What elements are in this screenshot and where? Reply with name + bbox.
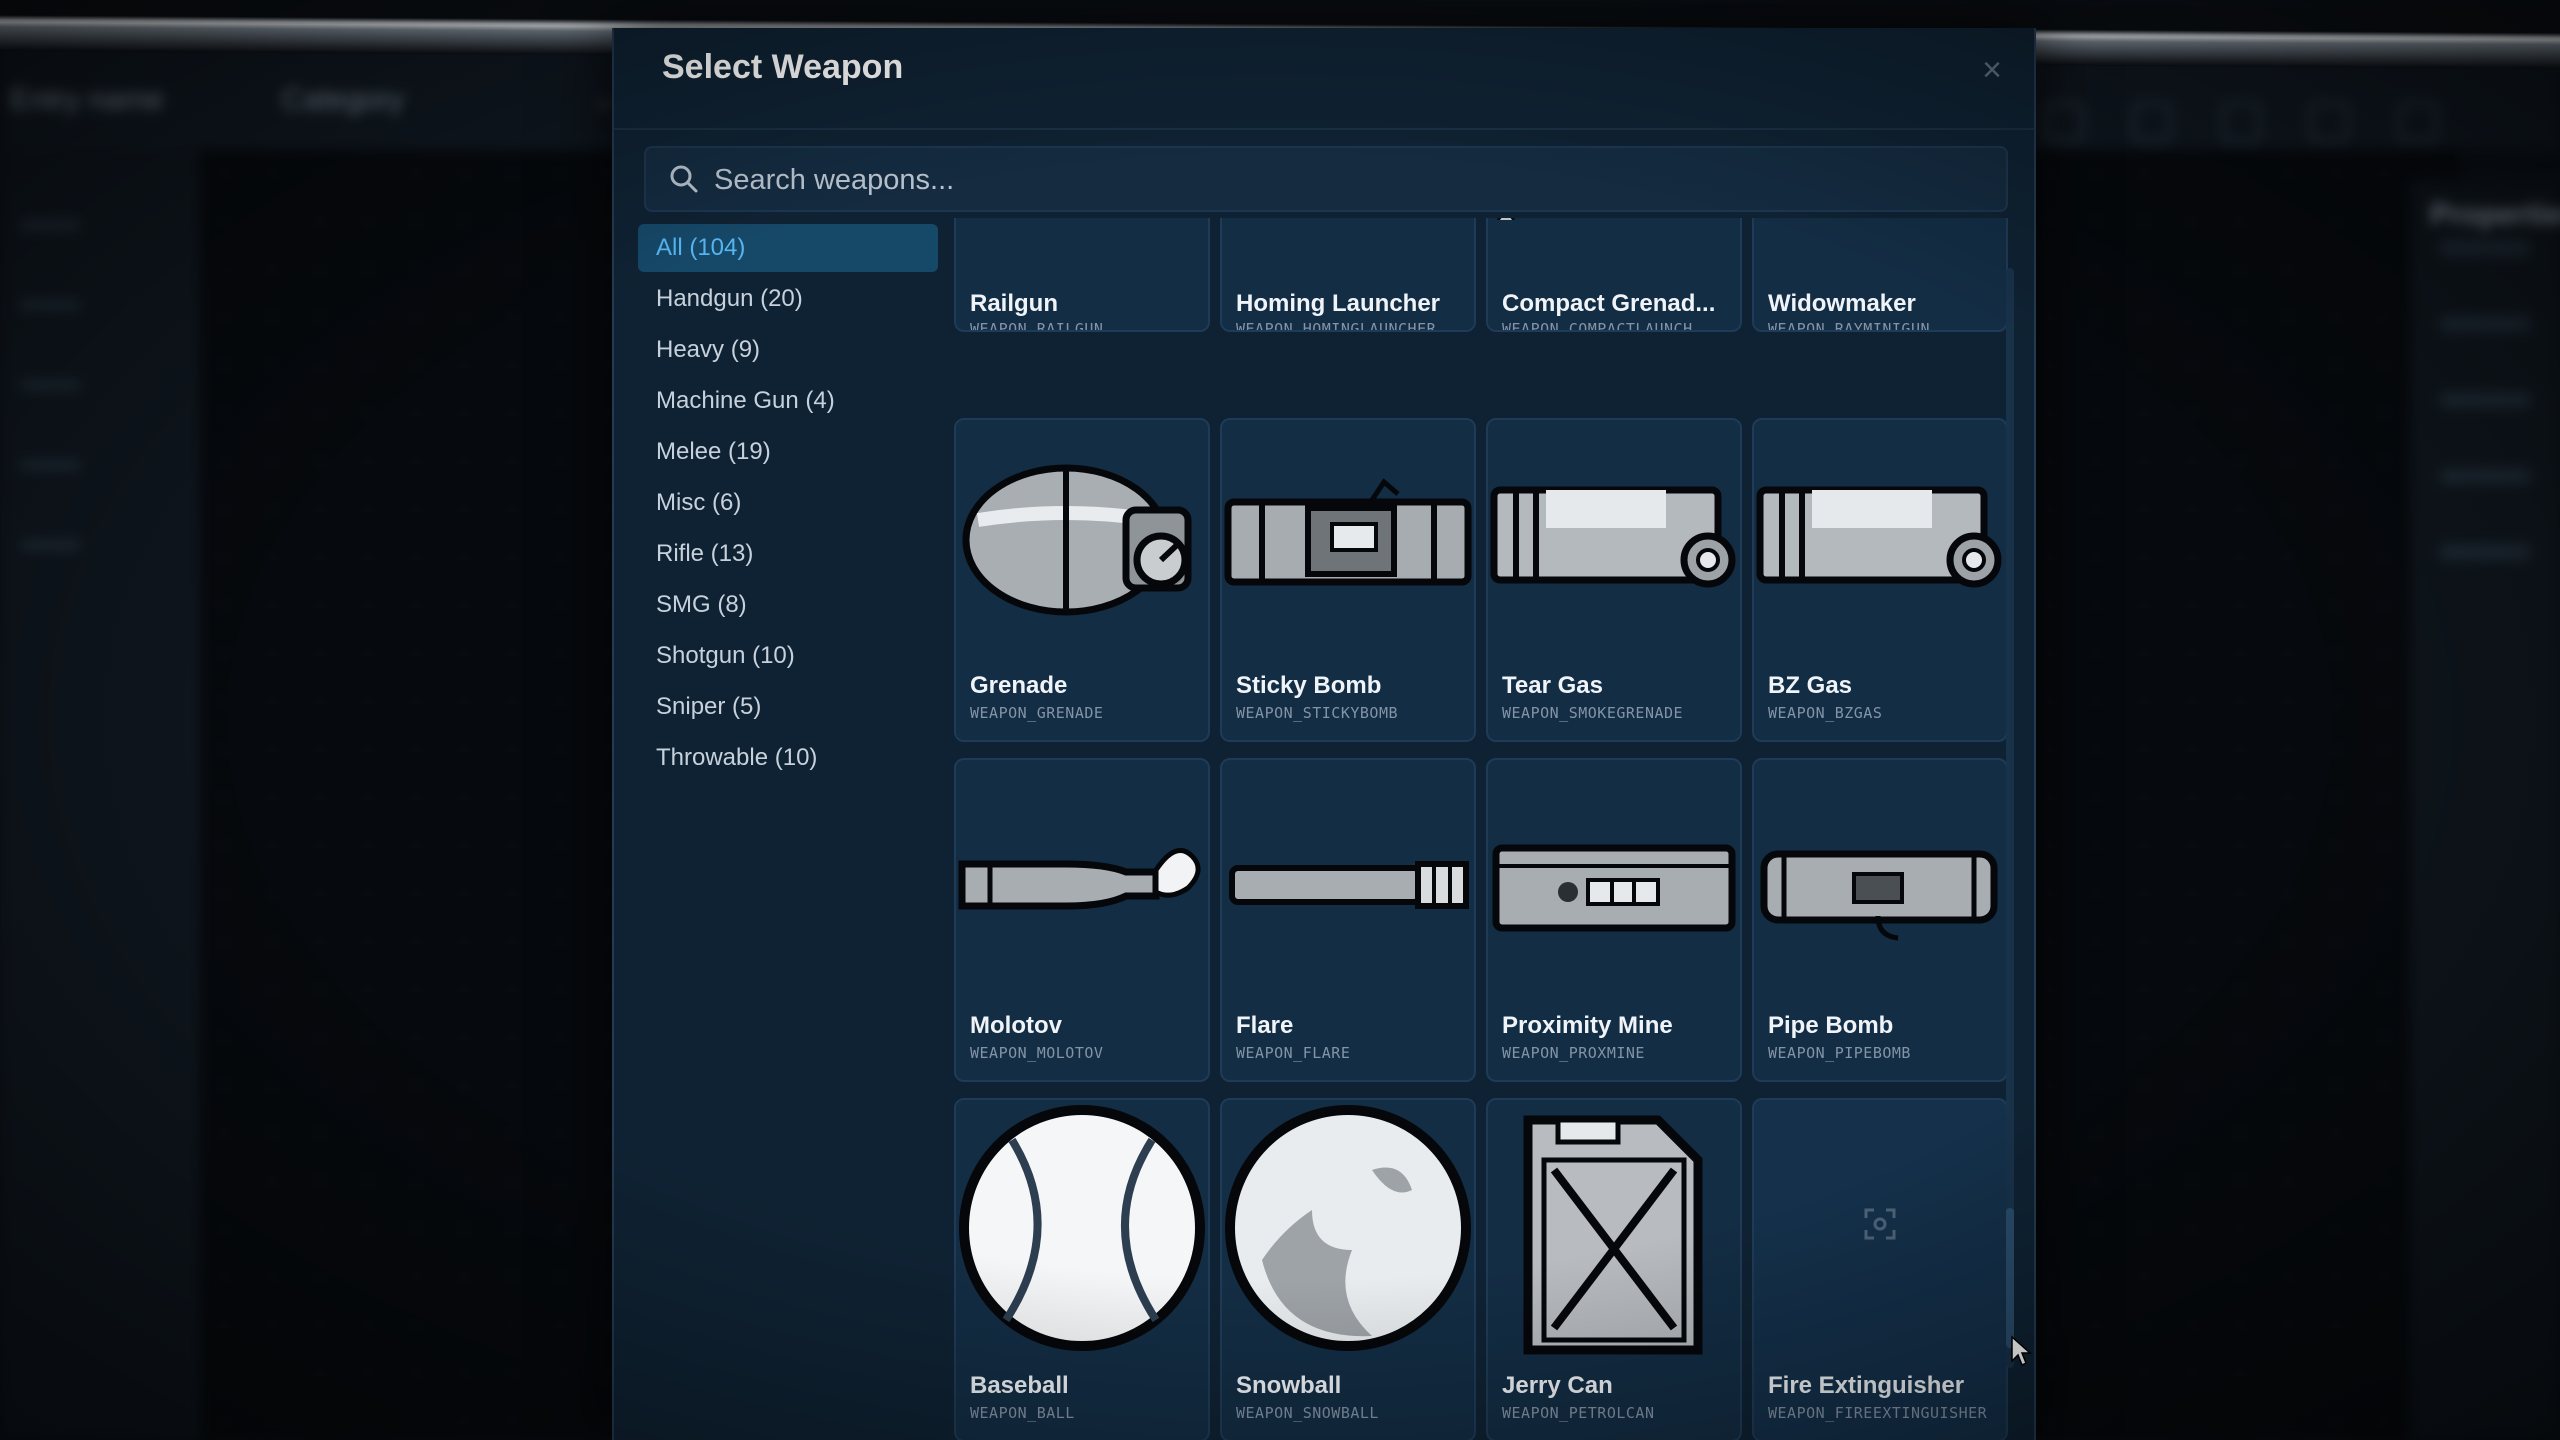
snowball-icon [1225,1105,1471,1351]
weapon-card[interactable]: Proximity Mine WEAPON_PROXMINE [1486,758,1742,1082]
weapon-card[interactable]: Homing Launcher WEAPON_HOMINGLAUNCHER [1220,218,1476,332]
weapon-name: Widowmaker [1768,290,1916,317]
search-input[interactable] [712,148,1916,212]
weapon-card[interactable]: BZ Gas WEAPON_BZGAS [1752,418,2008,742]
weapon-code: WEAPON_BZGAS [1768,704,1883,722]
molotov-icon [958,847,1201,910]
select-weapon-modal: Select Weapon × All (104) Handgun (20) H… [612,28,2036,1440]
properties-title: Properties [2430,198,2560,231]
weapon-code: WEAPON_STICKYBOMB [1236,704,1399,722]
flare-icon [1229,861,1469,909]
weapon-card[interactable]: Railgun WEAPON_RAILGUN [954,218,1210,332]
weapon-code: WEAPON_SNOWBALL [1236,1404,1379,1422]
weapon-code: WEAPON_FLARE [1236,1044,1351,1062]
category-select[interactable]: Category ⌄ [270,70,622,130]
weapon-name: Tear Gas [1502,672,1603,699]
compact-launcher-icon [1496,218,1516,220]
weapon-code: WEAPON_BALL [970,1404,1075,1422]
scrollbar-thumb[interactable] [2006,1208,2014,1348]
jerry-can-icon [1523,1115,1703,1355]
weapon-card[interactable]: Molotov WEAPON_MOLOTOV [954,758,1210,1082]
chevron-down-icon: ⌄ [593,86,614,113]
weapon-code: WEAPON_GRENADE [970,704,1104,722]
category-throwable[interactable]: Throwable (10) [638,734,938,782]
undo-icon[interactable] [2044,102,2084,142]
modal-title: Select Weapon [662,48,904,86]
tear-gas-icon [1490,486,1736,588]
weapon-card[interactable]: Snowball WEAPON_SNOWBALL [1220,1098,1476,1440]
weapon-code: WEAPON_MOLOTOV [970,1044,1104,1062]
settings-icon[interactable] [2397,102,2438,142]
weapon-name: Grenade [970,672,1068,699]
weapon-name: Pipe Bomb [1768,1012,1894,1039]
category-list: All (104) Handgun (20) Heavy (9) Machine… [638,224,938,785]
weapon-name: Homing Launcher [1236,290,1441,317]
weapon-code: WEAPON_HOMINGLAUNCHER [1236,320,1437,332]
properties-panel: Properties [2410,180,2560,1440]
sticky-bomb-icon [1224,478,1472,586]
weapon-code: WEAPON_RAILGUN [970,320,1104,332]
category-select-label: Category [282,83,404,116]
weapon-card[interactable]: Widowmaker WEAPON_RAYMINIGUN [1752,218,2008,332]
weapon-card[interactable]: Pipe Bomb WEAPON_PIPEBOMB [1752,758,2008,1082]
weapon-code: WEAPON_RAYMINIGUN [1768,320,1931,332]
weapon-card[interactable]: Grenade WEAPON_GRENADE [954,418,1210,742]
weapon-code: WEAPON_FIREEXTINGUISHER [1768,1404,1988,1422]
grid-icon[interactable] [2309,102,2350,142]
weapon-card[interactable]: Fire Extinguisher WEAPON_FIREEXTINGUISHE… [1752,1098,2008,1440]
weapon-name: Sticky Bomb [1236,672,1382,699]
weapon-code: WEAPON_COMPACTLAUNCH... [1502,320,1722,332]
category-all[interactable]: All (104) [638,224,938,272]
category-misc[interactable]: Misc (6) [638,479,938,527]
image-placeholder-icon [1864,1208,1896,1240]
search-icon [670,165,698,193]
weapon-card[interactable]: Flare WEAPON_FLARE [1220,758,1476,1082]
pipe-bomb-icon [1760,850,1998,941]
weapon-code: WEAPON_SMOKEGRENADE [1502,704,1684,722]
weapon-name: Baseball [970,1372,1069,1399]
search-box[interactable] [644,146,2008,212]
mouse-cursor-icon [2011,1335,2032,1367]
weapon-name: Snowball [1236,1372,1342,1399]
category-melee[interactable]: Melee (19) [638,428,938,476]
category-sniper[interactable]: Sniper (5) [638,683,938,731]
category-machine-gun[interactable]: Machine Gun (4) [638,377,938,425]
modal-header: Select Weapon × [614,28,2034,130]
weapon-card[interactable]: Compact Grenad... WEAPON_COMPACTLAUNCH..… [1486,218,1742,332]
grenade-icon [962,464,1192,616]
weapon-code: WEAPON_PROXMINE [1502,1044,1645,1062]
weapon-name: Fire Extinguisher [1768,1372,1965,1399]
entry-name-field[interactable]: Entry name [0,70,250,130]
weapon-name: Flare [1236,1012,1294,1039]
grid-scrollbar[interactable] [2006,268,2014,1368]
category-heavy[interactable]: Heavy (9) [638,326,938,374]
weapon-card[interactable]: Tear Gas WEAPON_SMOKEGRENADE [1486,418,1742,742]
category-smg[interactable]: SMG (8) [638,581,938,629]
proximity-mine-icon [1492,844,1736,932]
weapon-name: Jerry Can [1502,1372,1613,1399]
redo-icon[interactable] [2132,102,2173,142]
weapon-grid: Railgun WEAPON_RAILGUN Homing Launcher W… [944,218,2024,1440]
weapon-code: WEAPON_PETROLCAN [1502,1404,1655,1422]
weapon-name: Compact Grenad... [1502,290,1716,317]
baseball-icon [959,1105,1205,1351]
left-panel [0,150,200,1440]
weapon-card[interactable]: Baseball WEAPON_BALL [954,1098,1210,1440]
weapon-name: Railgun [970,290,1058,317]
editor-actions [2000,90,2560,150]
weapon-card[interactable]: Jerry Can WEAPON_PETROLCAN [1486,1098,1742,1440]
weapon-code: WEAPON_PIPEBOMB [1768,1044,1911,1062]
weapon-name: Proximity Mine [1502,1012,1673,1039]
close-button[interactable]: × [1972,50,2012,90]
weapon-name: BZ Gas [1768,672,1853,699]
zoom-icon[interactable] [2220,102,2261,142]
weapon-card[interactable]: Sticky Bomb WEAPON_STICKYBOMB [1220,418,1476,742]
bz-gas-icon [1756,486,2002,588]
category-rifle[interactable]: Rifle (13) [638,530,938,578]
category-handgun[interactable]: Handgun (20) [638,275,938,323]
weapon-name: Molotov [970,1012,1062,1039]
category-shotgun[interactable]: Shotgun (10) [638,632,938,680]
